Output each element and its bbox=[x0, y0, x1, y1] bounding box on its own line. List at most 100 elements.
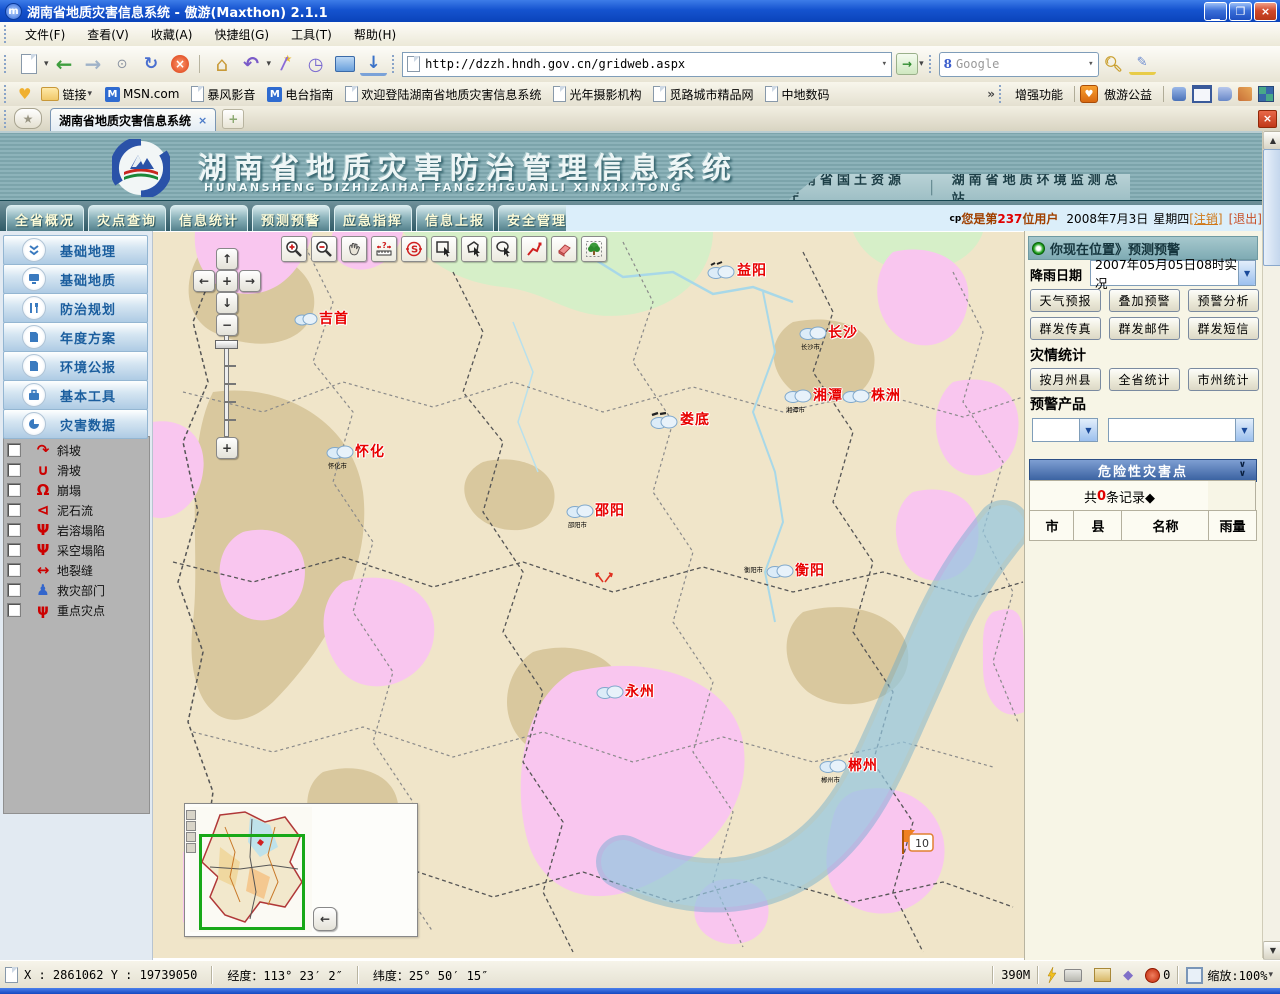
minimap-tool-icon[interactable] bbox=[186, 832, 196, 842]
map-tool-measure[interactable]: ? bbox=[371, 236, 397, 262]
nav-tab-report[interactable]: 信息上报 bbox=[416, 205, 494, 232]
plugins-button[interactable]: 增强功能 bbox=[1015, 86, 1063, 103]
resize-page-icon[interactable] bbox=[1186, 967, 1203, 984]
boost-lightning-icon[interactable] bbox=[1046, 967, 1058, 983]
sidebar-item-env-bulletin[interactable]: 环境公报 bbox=[3, 351, 148, 381]
layer-checkbox[interactable] bbox=[7, 543, 21, 557]
search-button[interactable]: 🔍︎ bbox=[1100, 51, 1127, 78]
address-dropdown[interactable]: ▾ bbox=[882, 59, 887, 69]
new-tab-button[interactable]: + bbox=[222, 109, 244, 129]
map-tool-zoom-in[interactable] bbox=[281, 236, 307, 262]
map-tool-eraser[interactable] bbox=[551, 236, 577, 262]
minimap-tool-icon[interactable] bbox=[186, 810, 196, 820]
monthly-county-stats-button[interactable]: 按月州县 bbox=[1030, 368, 1101, 391]
map-pan-up-button[interactable]: ↑ bbox=[216, 248, 238, 270]
map-tool-polygon-select[interactable] bbox=[461, 236, 487, 262]
chevron-down-icon[interactable]: ▼ bbox=[1238, 261, 1255, 285]
map-pan-right-button[interactable]: → bbox=[239, 270, 261, 292]
sidebar-item-annual-scheme[interactable]: 年度方案 bbox=[3, 322, 148, 352]
forward-button[interactable]: → bbox=[80, 51, 107, 78]
search-box[interactable]: 8 Google ▾ bbox=[939, 52, 1099, 77]
printer-icon[interactable] bbox=[1064, 969, 1082, 982]
layer-checkbox[interactable] bbox=[7, 483, 21, 497]
address-bar[interactable]: http://dzzh.hndh.gov.cn/gridweb.aspx ▾ bbox=[402, 52, 892, 77]
stop-button[interactable]: × bbox=[167, 51, 194, 78]
blocked-popup-icon[interactable] bbox=[1145, 968, 1160, 983]
warning-analysis-button[interactable]: 预警分析 bbox=[1188, 289, 1259, 312]
close-button[interactable]: × bbox=[1254, 2, 1277, 21]
map-tool-layer-tree[interactable] bbox=[581, 236, 607, 262]
highlight-button[interactable]: ✎ bbox=[1129, 54, 1156, 75]
map-pan-center-button[interactable]: + bbox=[216, 270, 238, 292]
pens-panel-icon[interactable] bbox=[1238, 87, 1252, 101]
danger-points-header[interactable]: 危险性灾害点 ∨∨ bbox=[1029, 459, 1257, 482]
sidebar-item-prevention-plan[interactable]: 防治规划 bbox=[3, 293, 148, 323]
search-dropdown[interactable]: ▾ bbox=[1088, 59, 1093, 69]
overview-minimap[interactable]: ← bbox=[184, 803, 418, 937]
address-url[interactable]: http://dzzh.hndh.gov.cn/gridweb.aspx bbox=[425, 57, 685, 71]
magic-wand-button[interactable]: ∕★ bbox=[273, 51, 300, 78]
layer-checkbox[interactable] bbox=[7, 503, 21, 517]
layer-checkbox[interactable] bbox=[7, 603, 21, 617]
map-tool-circle-select[interactable] bbox=[491, 236, 517, 262]
zoom-dropdown[interactable]: ▾ bbox=[1268, 970, 1273, 980]
map-tool-zoom-out[interactable] bbox=[311, 236, 337, 262]
nav-tab-stats[interactable]: 信息统计 bbox=[170, 205, 248, 232]
history-dropdown-icon[interactable]: ⊙ bbox=[109, 51, 136, 78]
tab-star-button[interactable]: ★ bbox=[14, 108, 42, 129]
map-tool-scale[interactable]: S bbox=[401, 236, 427, 262]
zoom-level[interactable]: 缩放:100% bbox=[1207, 967, 1267, 984]
exit-link[interactable]: [退出] bbox=[1229, 210, 1262, 227]
window-panel-icon[interactable] bbox=[1192, 85, 1212, 103]
skin-grid-icon[interactable] bbox=[1258, 86, 1274, 102]
layer-checkbox[interactable] bbox=[7, 563, 21, 577]
nav-tab-emergency[interactable]: 应急指挥 bbox=[334, 205, 412, 232]
link-item[interactable]: 觅路城市精品网 bbox=[653, 86, 753, 103]
city-stats-button[interactable]: 市州统计 bbox=[1188, 368, 1259, 391]
menu-tools[interactable]: 工具(T) bbox=[280, 22, 343, 46]
go-button[interactable]: → bbox=[896, 53, 918, 75]
map-pan-down-button[interactable]: ↓ bbox=[216, 292, 238, 314]
restore-button[interactable]: ❐ bbox=[1229, 2, 1252, 21]
map-tool-pan[interactable] bbox=[341, 236, 367, 262]
nav-tab-forecast[interactable]: 预测预警 bbox=[252, 205, 330, 232]
menu-favorites[interactable]: 收藏(A) bbox=[140, 22, 204, 46]
home-button[interactable]: ⌂ bbox=[209, 51, 236, 78]
layer-checkbox[interactable] bbox=[7, 463, 21, 477]
new-window-icon[interactable] bbox=[1094, 968, 1111, 982]
close-tab-button[interactable]: × bbox=[1258, 110, 1277, 128]
minimize-button[interactable]: ▁ bbox=[1204, 2, 1227, 21]
scroll-down-button[interactable]: ▼ bbox=[1263, 941, 1280, 960]
chevron-down-icon[interactable]: ▼ bbox=[1079, 419, 1097, 441]
menu-groups[interactable]: 快捷组(G) bbox=[203, 22, 280, 46]
layer-checkbox[interactable] bbox=[7, 523, 21, 537]
sidebar-item-basic-tools[interactable]: 基本工具 bbox=[3, 380, 148, 410]
group-fax-button[interactable]: 群发传真 bbox=[1030, 317, 1101, 340]
weather-forecast-button[interactable]: 天气预报 bbox=[1030, 289, 1101, 312]
page-scrollbar[interactable]: ▲ ▼ bbox=[1262, 131, 1280, 958]
tab-close-icon[interactable]: × bbox=[198, 114, 207, 127]
sidebar-item-disaster-data[interactable]: 灾害数据 bbox=[3, 409, 148, 439]
overlay-warning-button[interactable]: 叠加预警 bbox=[1109, 289, 1180, 312]
map-zoom-in-button[interactable]: + bbox=[216, 437, 238, 459]
minimap-viewport-rect[interactable] bbox=[199, 834, 305, 930]
layer-checkbox[interactable] bbox=[7, 583, 21, 597]
scrollbar-thumb[interactable] bbox=[1263, 149, 1280, 266]
download-button[interactable]: ↓ bbox=[360, 53, 387, 76]
rain-date-select[interactable]: 2007年05月05日08时实况 ▼ bbox=[1090, 260, 1256, 286]
minimap-collapse-button[interactable]: ← bbox=[313, 907, 337, 931]
province-stats-button[interactable]: 全省统计 bbox=[1109, 368, 1180, 391]
map-zoom-out-button[interactable]: − bbox=[216, 314, 238, 336]
undo-dropdown[interactable]: ▾ bbox=[267, 59, 272, 69]
menu-help[interactable]: 帮助(H) bbox=[343, 22, 407, 46]
group-sms-button[interactable]: 群发短信 bbox=[1188, 317, 1259, 340]
logout-link[interactable]: [注销] bbox=[1189, 210, 1222, 227]
undo-button[interactable]: ↶ bbox=[238, 51, 265, 78]
link-msn[interactable]: MMSN.com bbox=[105, 87, 179, 102]
menu-file[interactable]: 文件(F) bbox=[14, 22, 76, 46]
nav-tab-query[interactable]: 灾点查询 bbox=[88, 205, 166, 232]
user-panel-icon[interactable] bbox=[1172, 87, 1186, 101]
links-overflow-button[interactable]: » bbox=[987, 87, 995, 101]
map-zoom-slider-handle[interactable] bbox=[215, 340, 238, 349]
map-pan-left-button[interactable]: ← bbox=[193, 270, 215, 292]
